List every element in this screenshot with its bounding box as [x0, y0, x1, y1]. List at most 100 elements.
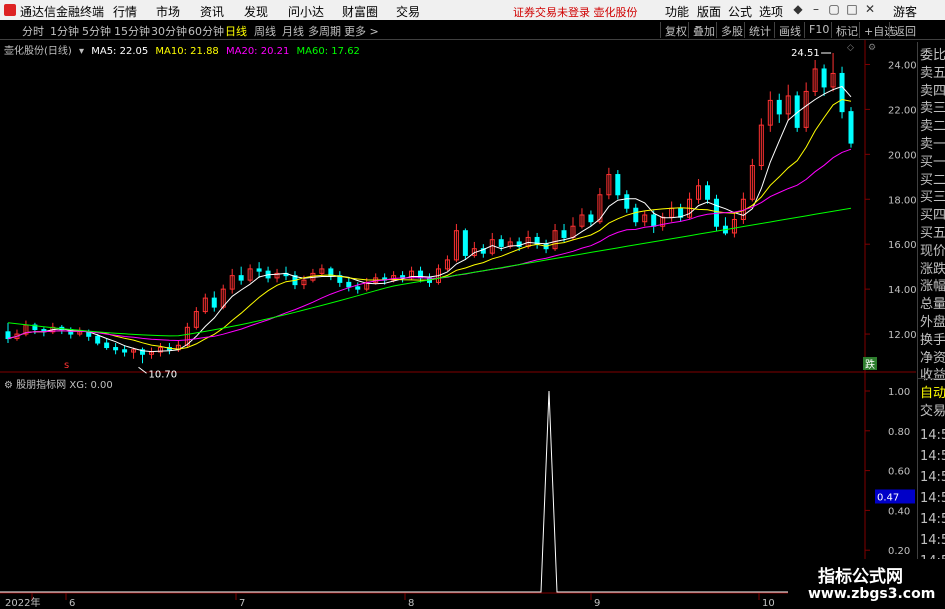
chart-area[interactable]: 24.00 22.00 20.00 18.00 16.00 14.00 12.00 24.51…: [0, 40, 916, 609]
tool-stats[interactable]: 统计: [744, 22, 775, 38]
ind-y-tick-label: 0.40: [888, 506, 910, 517]
tool-multi-stock[interactable]: 多股: [716, 22, 747, 38]
watermark: 指标公式网 www.zbgs3.com: [788, 559, 945, 609]
period-bar: 分时 1分钟 5分钟 15分钟 30分钟 60分钟 日线 周线 月线 多周期 更…: [0, 20, 945, 40]
tick-time: 14:55: [920, 449, 945, 464]
tool-f10[interactable]: F10: [804, 22, 833, 38]
settings-icon[interactable]: ⚙: [4, 380, 13, 391]
restore-icon[interactable]: ▢: [826, 2, 842, 18]
candle-body: [462, 230, 468, 256]
tool-back[interactable]: 返回: [889, 22, 920, 38]
app-title: 通达信金融终端: [20, 5, 105, 19]
period-15min[interactable]: 15分钟: [114, 23, 150, 39]
quote-label: 卖三: [920, 101, 945, 117]
quote-label: 外盘: [920, 315, 945, 330]
x-tick-label: 2022年: [5, 596, 40, 609]
period-5min[interactable]: 5分钟: [82, 23, 111, 39]
period-monthly[interactable]: 月线: [282, 23, 304, 39]
candle-body: [821, 68, 827, 88]
skin-icon[interactable]: ◆: [790, 2, 806, 18]
watermark-title: 指标公式网: [818, 567, 903, 587]
menu-trade[interactable]: 交易: [396, 3, 420, 20]
quote-label: 涨跌: [920, 261, 945, 277]
kline-chart[interactable]: 24.00 22.00 20.00 18.00 16.00 14.00 12.00 24.51…: [0, 40, 916, 609]
candle-body: [561, 230, 567, 238]
auto-trade-label: 自动: [920, 386, 945, 401]
quote-label: 换手: [920, 332, 945, 348]
candle-body: [839, 72, 845, 113]
candle-body: [211, 297, 217, 308]
marker-s: s: [64, 360, 69, 371]
period-30min[interactable]: 30分钟: [151, 23, 187, 39]
tick-time: 14:56: [920, 491, 945, 506]
ma-legend: 壶化股份(日线) ▾ MA5: 22.05 MA10: 21.88 MA20: …: [4, 42, 364, 57]
menu-options[interactable]: 选项: [759, 3, 783, 20]
minimize-icon[interactable]: –: [808, 2, 824, 18]
candle-body: [238, 275, 244, 281]
guest-label[interactable]: 游客: [893, 3, 917, 20]
current-value-label: 0.47: [877, 492, 899, 503]
tool-draw[interactable]: 画线: [774, 22, 805, 38]
period-60min[interactable]: 60分钟: [188, 23, 224, 39]
candle-body: [113, 347, 119, 351]
menu-quotes[interactable]: 行情: [113, 3, 137, 20]
ind-y-tick-label: 0.80: [888, 427, 910, 438]
x-tick-label: 8: [408, 598, 414, 609]
y-tick-label: 24.00: [888, 60, 916, 71]
ma10-line: [7, 98, 852, 350]
ind-y-tick-label: 0.20: [888, 546, 910, 557]
ind-y-tick-label: 0.60: [888, 467, 910, 478]
period-multi[interactable]: 多周期: [308, 23, 341, 39]
candle-body: [355, 286, 361, 290]
indicator-name[interactable]: 股朋指标网: [16, 380, 66, 391]
quote-label: 收益: [920, 368, 945, 384]
chevron-down-icon[interactable]: ▾: [79, 46, 84, 57]
stock-label: 壶化股份(日线): [4, 46, 72, 57]
menu-layout[interactable]: 版面: [697, 3, 721, 20]
indicator-value: XG: 0.00: [69, 380, 113, 391]
period-more[interactable]: 更多 >: [344, 23, 379, 39]
ma10-label: MA10: 21.88: [155, 46, 219, 57]
quote-label: 现价: [920, 243, 945, 259]
period-daily[interactable]: 日线: [225, 23, 247, 39]
quote-label: 涨幅: [920, 279, 945, 295]
diamond-icon: ◇: [847, 43, 854, 53]
candle-body: [713, 198, 719, 227]
quote-label: 卖一: [920, 137, 945, 152]
panel-separator: [918, 378, 945, 379]
quote-label: 卖四: [920, 83, 945, 99]
maximize-icon[interactable]: □: [844, 2, 860, 18]
close-icon[interactable]: ✕: [862, 2, 878, 18]
tool-adjust[interactable]: 复权: [660, 22, 691, 38]
candle-body: [5, 331, 11, 340]
period-1min[interactable]: 1分钟: [50, 23, 79, 39]
period-weekly[interactable]: 周线: [254, 23, 276, 39]
tick-time: 14:55: [920, 470, 945, 485]
menu-discover[interactable]: 发现: [244, 3, 268, 20]
menu-formula[interactable]: 公式: [728, 3, 752, 20]
menu-bar: 通达信金融终端 行情 市场 资讯 发现 问小达 财富圈 交易 证券交易未登录 壶…: [0, 0, 945, 20]
tool-overlay[interactable]: 叠加: [688, 22, 719, 38]
tool-mark[interactable]: 标记: [831, 22, 862, 38]
ma60-label: MA60: 17.62: [296, 46, 360, 57]
ma20-line: [7, 148, 852, 342]
menu-market[interactable]: 市场: [156, 3, 180, 20]
candle-body: [122, 349, 128, 353]
quote-panel: 委比 卖五 卖四 卖三 卖二 卖一 买一 买二 买三 买四 买五 现价 涨跌 涨幅 总量 外盘 换手 净资 收益 自动…: [917, 42, 945, 609]
y-tick-label: 20.00: [888, 150, 916, 161]
tick-time: 14:55: [920, 428, 945, 443]
candle-body: [624, 194, 630, 209]
menu-ask[interactable]: 问小达: [288, 3, 324, 20]
y-tick-label: 12.00: [888, 330, 916, 341]
menu-news[interactable]: 资讯: [200, 3, 224, 20]
quote-label: 卖二: [920, 119, 945, 135]
y-tick-label: 14.00: [888, 285, 916, 296]
candle-body: [705, 185, 711, 200]
candle-body: [588, 214, 594, 223]
low-price-label: 10.70: [149, 369, 178, 380]
tick-time: 14:56: [920, 533, 945, 548]
quote-label: 买四: [920, 208, 945, 224]
menu-wealth[interactable]: 财富圈: [342, 3, 378, 20]
menu-function[interactable]: 功能: [665, 3, 689, 20]
period-intraday[interactable]: 分时: [22, 23, 44, 39]
